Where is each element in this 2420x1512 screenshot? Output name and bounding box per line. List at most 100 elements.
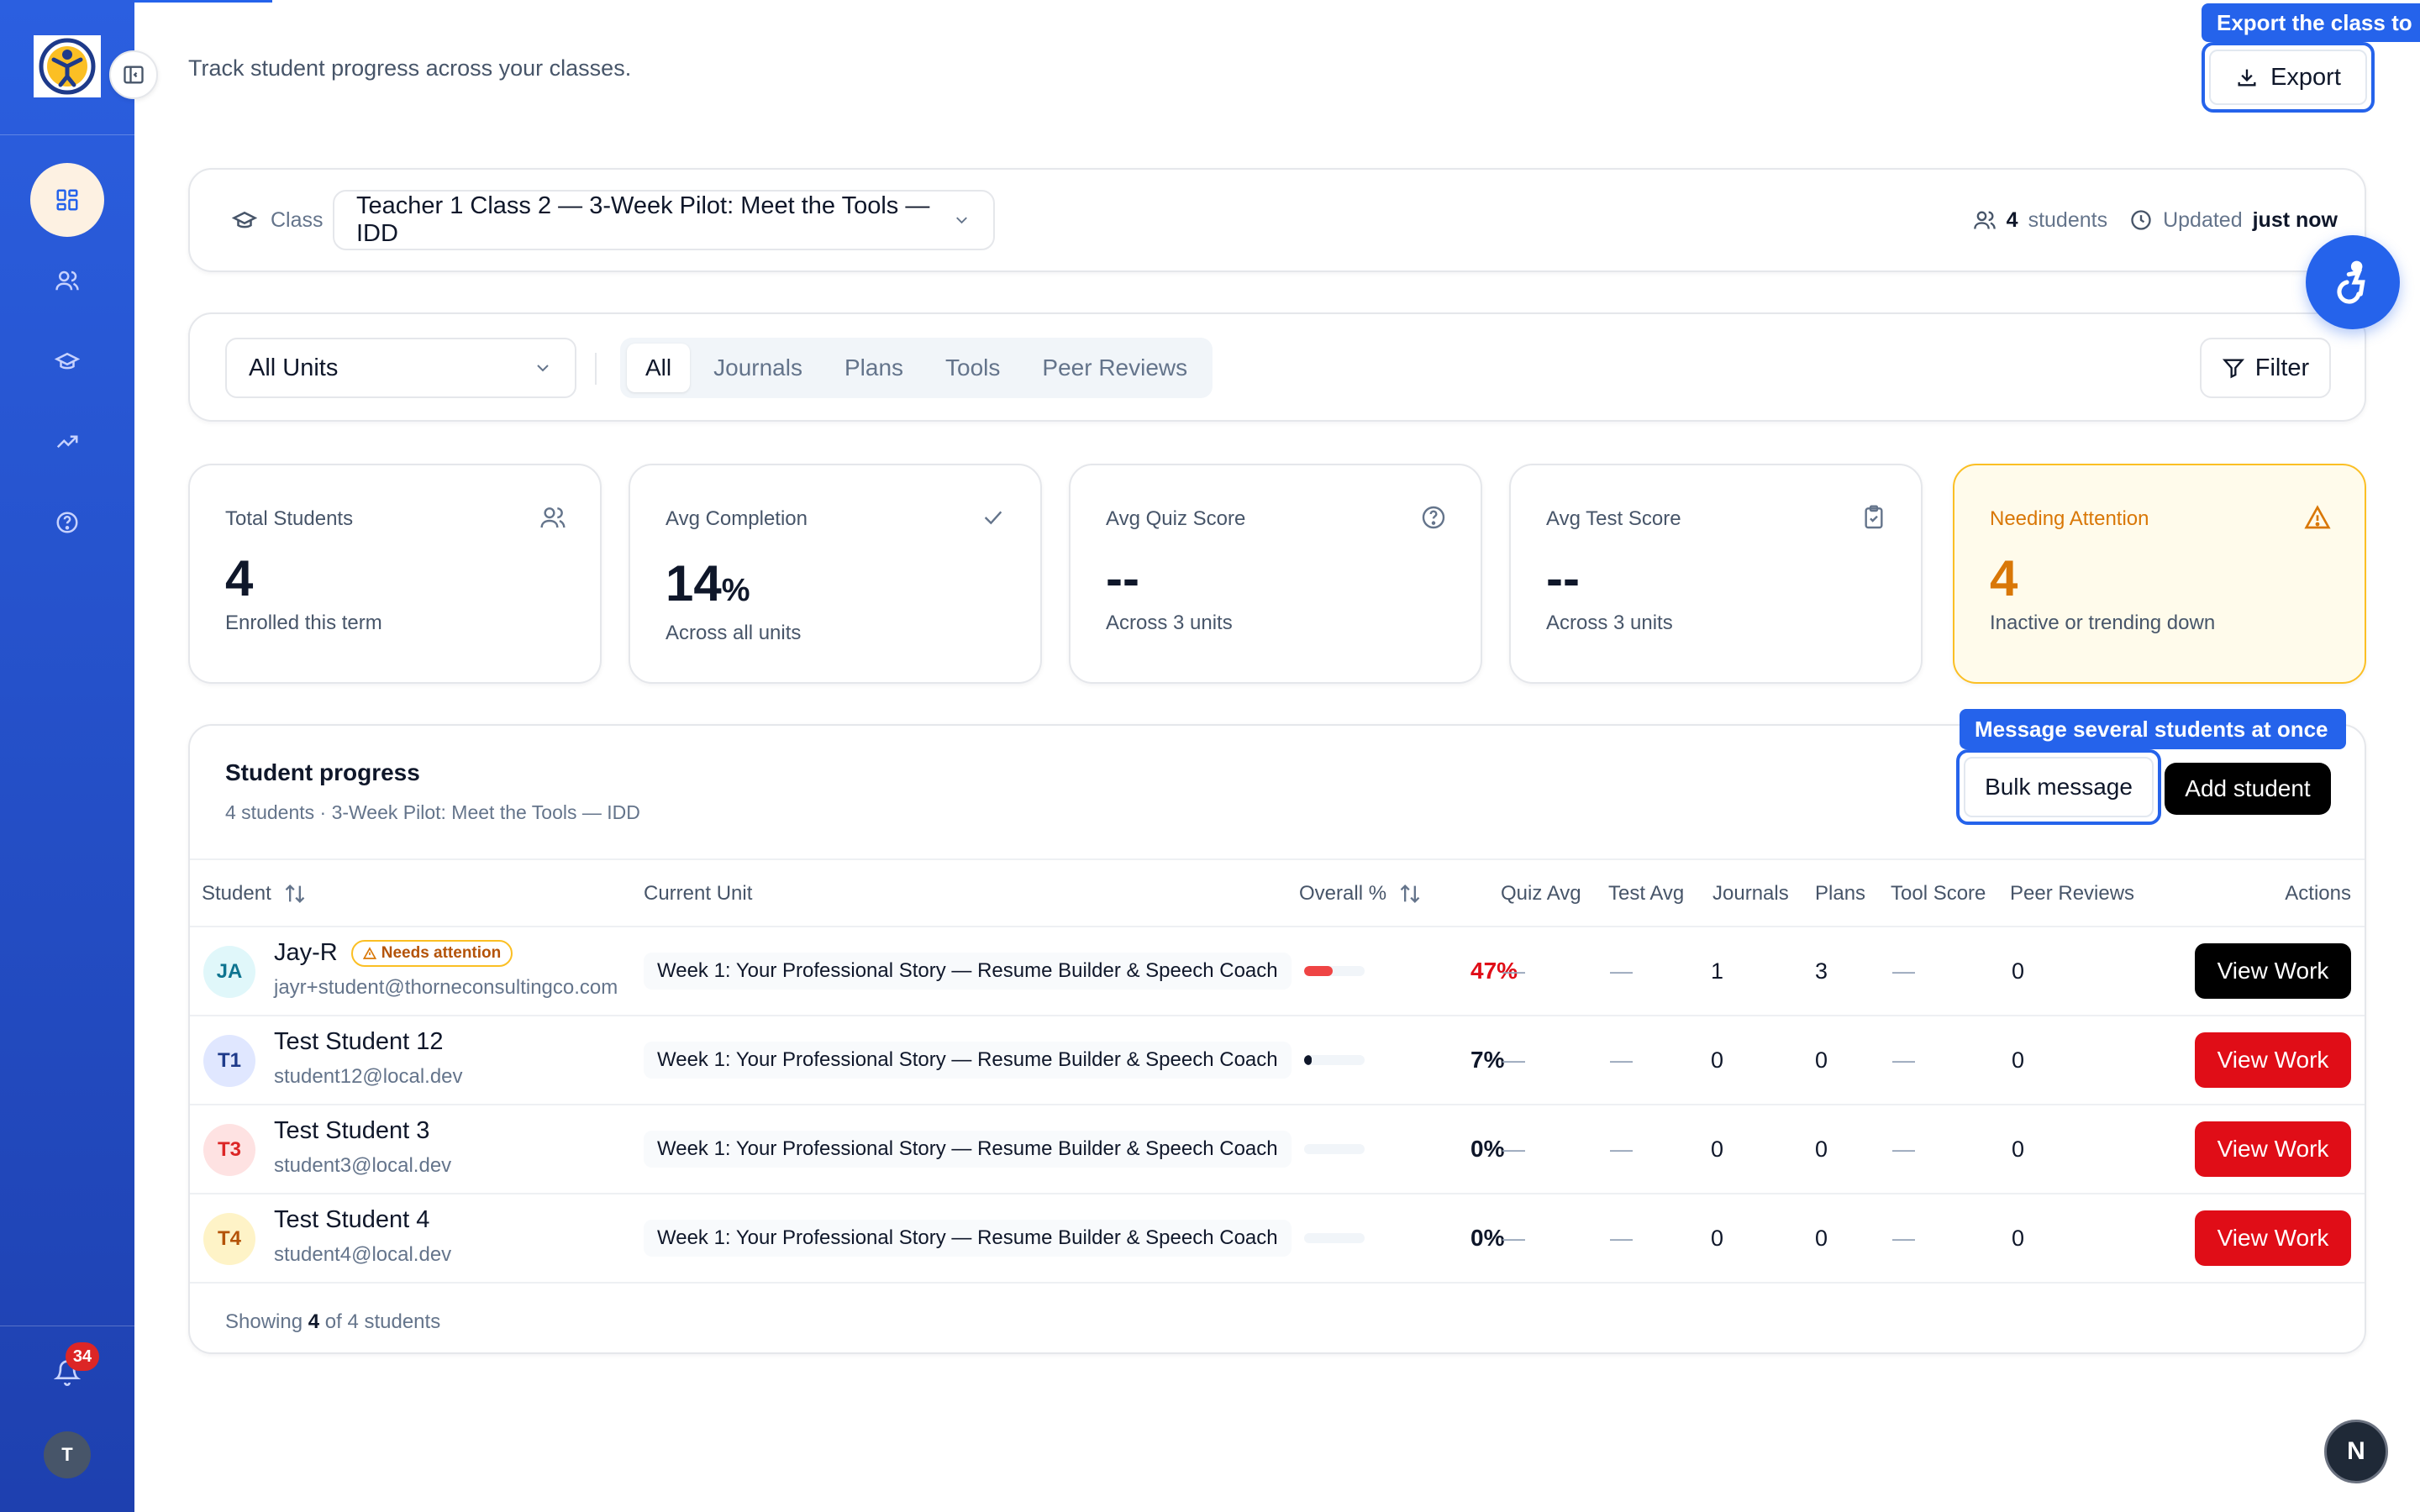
filter-icon xyxy=(2222,359,2244,379)
column-quiz-avg: Quiz Avg xyxy=(1501,882,1581,905)
export-tooltip: Export the class to xyxy=(2202,3,2420,42)
current-unit-cell: Week 1: Your Professional Story — Resume… xyxy=(644,1016,1292,1104)
tab-plans[interactable]: Plans xyxy=(826,344,922,392)
tool-score-cell: — xyxy=(1892,1225,1915,1251)
stat-card-avg-test: Avg Test Score -- Across 3 units xyxy=(1509,464,1923,684)
test-avg-cell: — xyxy=(1610,958,1633,984)
current-unit-cell: Week 1: Your Professional Story — Resume… xyxy=(644,1105,1292,1193)
table-header: Student Current Unit Overall % Quiz Avg … xyxy=(190,858,2365,927)
class-meta: 4 students Updated just now xyxy=(1973,170,2338,270)
tool-score-cell: — xyxy=(1892,958,1915,984)
tab-journals[interactable]: Journals xyxy=(695,344,821,392)
column-tool-score: Tool Score xyxy=(1891,882,1986,905)
student-avatar: T4 xyxy=(203,1213,255,1265)
stat-value: -- xyxy=(1106,550,1139,606)
bulk-message-button[interactable]: Bulk message xyxy=(1964,757,2154,817)
actions-cell: View Work xyxy=(2195,927,2351,1015)
stat-label: Avg Quiz Score xyxy=(1106,507,1246,530)
plans-cell: 3 xyxy=(1815,958,1828,984)
updated-label: Updated xyxy=(2163,207,2243,232)
nav-classes[interactable] xyxy=(30,324,104,398)
sidebar-toggle-icon xyxy=(124,66,144,84)
page-subtitle: Track student progress across your class… xyxy=(188,55,632,81)
stat-sub: Enrolled this term xyxy=(225,612,382,634)
clipboard-check-icon xyxy=(1865,505,1883,529)
quiz-avg-cell: — xyxy=(1502,1225,1525,1251)
nav-help[interactable] xyxy=(30,486,104,559)
view-work-button[interactable]: View Work xyxy=(2195,1121,2351,1177)
stat-label: Needing Attention xyxy=(1990,507,2149,530)
student-name[interactable]: Jay-R xyxy=(274,939,338,967)
view-work-button[interactable]: View Work xyxy=(2195,1210,2351,1266)
type-tabs: All Journals Plans Tools Peer Reviews xyxy=(620,338,1213,398)
chevron-down-icon xyxy=(956,217,967,224)
dashboard-icon xyxy=(56,189,78,211)
table-row: T1 Test Student 12 student12@local.dev W… xyxy=(190,1016,2365,1105)
current-unit-pill: Week 1: Your Professional Story — Resume… xyxy=(644,1131,1292,1168)
export-button[interactable]: Export xyxy=(2209,50,2367,105)
stat-value: -- xyxy=(1546,550,1580,606)
alert-triangle-icon xyxy=(362,946,376,959)
units-select[interactable]: All Units xyxy=(225,338,576,398)
accessibility-button[interactable] xyxy=(2306,235,2400,329)
export-highlight: Export xyxy=(2202,42,2375,113)
users-icon xyxy=(1973,211,1996,229)
column-test-avg: Test Avg xyxy=(1608,882,1685,905)
student-name-group: Test Student 12 xyxy=(274,1028,444,1056)
stat-label: Avg Completion xyxy=(666,507,808,530)
overall-cell: 0% xyxy=(1304,1105,1504,1193)
view-work-button[interactable]: View Work xyxy=(2195,943,2351,999)
download-icon xyxy=(2238,69,2256,87)
section-title: Student progress xyxy=(225,759,420,785)
class-select-value: Teacher 1 Class 2 — 3-Week Pilot: Meet t… xyxy=(356,192,930,247)
class-select[interactable]: Teacher 1 Class 2 — 3-Week Pilot: Meet t… xyxy=(333,190,995,250)
nav-analytics[interactable] xyxy=(30,405,104,479)
accessibility-icon xyxy=(2337,260,2365,304)
plans-cell: 0 xyxy=(1815,1047,1828,1073)
column-student[interactable]: Student xyxy=(202,860,307,927)
sidebar-toggle-button[interactable] xyxy=(109,50,158,99)
class-label: Class xyxy=(271,207,324,232)
overall-percent: 0% xyxy=(1470,1225,1505,1251)
nextjs-dev-indicator[interactable]: N xyxy=(2324,1420,2388,1483)
stat-card-avg-completion: Avg Completion 14% Across all units xyxy=(629,464,1042,684)
student-name[interactable]: Test Student 12 xyxy=(274,1028,444,1056)
filter-bar: All Units All Journals Plans Tools Peer … xyxy=(188,312,2366,422)
student-email: student3@local.dev xyxy=(274,1154,452,1177)
users-icon xyxy=(55,270,79,291)
stat-card-needing-attention: Needing Attention 4 Inactive or trending… xyxy=(1953,464,2366,684)
tab-tools[interactable]: Tools xyxy=(927,344,1018,392)
tab-all[interactable]: All xyxy=(627,344,691,392)
stat-label: Total Students xyxy=(225,507,354,530)
export-label: Export xyxy=(2270,63,2341,91)
student-name[interactable]: Test Student 4 xyxy=(274,1206,429,1234)
app-logo[interactable] xyxy=(34,35,101,97)
journals-cell: 0 xyxy=(1711,1047,1724,1073)
alert-triangle-icon xyxy=(2304,505,2331,529)
overall-cell: 7% xyxy=(1304,1016,1504,1104)
tab-peer-reviews[interactable]: Peer Reviews xyxy=(1023,344,1206,392)
student-avatar: T1 xyxy=(203,1035,255,1087)
progress-bar xyxy=(1304,1144,1365,1154)
loading-bar xyxy=(134,0,272,3)
column-overall[interactable]: Overall % xyxy=(1299,860,1422,927)
student-name-group: Test Student 4 xyxy=(274,1206,429,1234)
chevron-down-icon xyxy=(537,365,549,372)
help-circle-icon xyxy=(56,512,78,533)
table-row: T4 Test Student 4 student4@local.dev Wee… xyxy=(190,1194,2365,1284)
students-word: students xyxy=(2028,207,2108,232)
view-work-button[interactable]: View Work xyxy=(2195,1032,2351,1088)
filter-label: Filter xyxy=(2254,354,2310,381)
filter-button[interactable]: Filter xyxy=(2200,338,2331,398)
units-select-value: All Units xyxy=(249,354,339,381)
student-name[interactable]: Test Student 3 xyxy=(274,1117,429,1145)
peer-reviews-cell: 0 xyxy=(2012,1225,2025,1251)
add-student-button[interactable]: Add student xyxy=(2165,763,2331,815)
current-unit-cell: Week 1: Your Professional Story — Resume… xyxy=(644,927,1292,1015)
nav-students[interactable] xyxy=(30,244,104,318)
user-avatar[interactable]: T xyxy=(44,1431,91,1478)
nav-dashboard[interactable] xyxy=(30,163,104,237)
current-unit-pill: Week 1: Your Professional Story — Resume… xyxy=(644,1220,1292,1257)
users-icon xyxy=(540,507,566,528)
quiz-avg-cell: — xyxy=(1502,958,1525,984)
